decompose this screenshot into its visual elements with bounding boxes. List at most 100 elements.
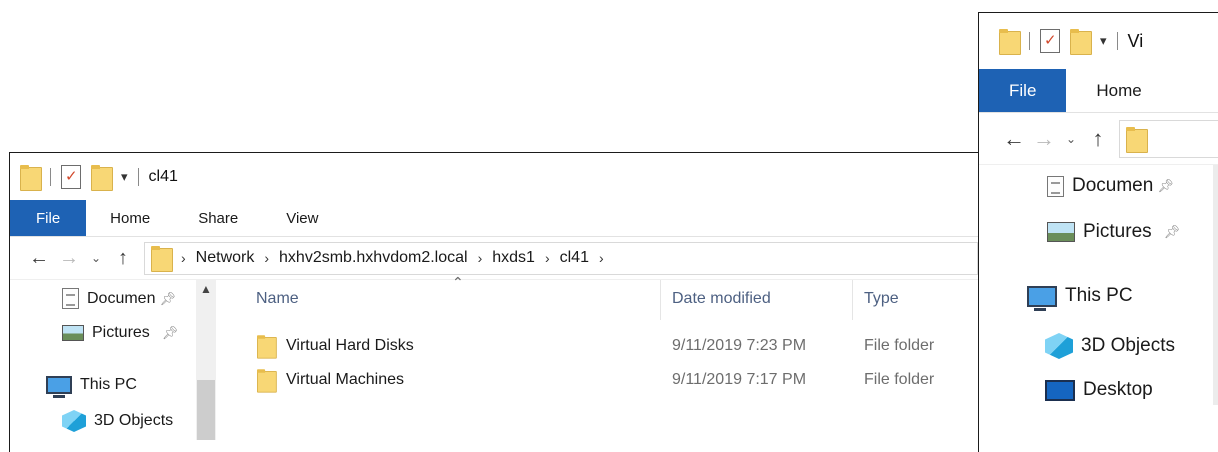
breadcrumb-folder[interactable]: cl41 <box>560 249 589 267</box>
pictures-icon <box>62 325 84 341</box>
pin-icon[interactable]: 📌︎ <box>159 291 176 307</box>
pin-icon[interactable]: 📌︎ <box>162 325 179 341</box>
ribbon-tabs: File Home <box>979 69 1218 113</box>
title-bar: ▾ cl41 <box>10 153 978 200</box>
sidebar-item-3d-objects[interactable]: 3D Objects <box>62 410 173 432</box>
title-bar: ▾ Vi <box>979 13 1218 69</box>
document-icon <box>62 288 79 309</box>
pin-icon[interactable]: 📌︎ <box>1164 224 1181 240</box>
sidebar-item-documents[interactable]: Documen 📌︎ <box>1047 175 1174 197</box>
folder-icon <box>257 369 277 393</box>
sidebar-item-label: Documen <box>1072 175 1154 196</box>
3d-objects-icon <box>1045 333 1073 359</box>
toolbar-separator <box>137 167 139 186</box>
new-folder-icon[interactable] <box>91 164 113 191</box>
address-bar[interactable] <box>1119 119 1218 158</box>
breadcrumb-chevron-icon[interactable]: › <box>599 250 604 266</box>
file-date-modified: 9/11/2019 7:17 PM <box>672 371 807 388</box>
tab-view[interactable]: View <box>262 200 342 236</box>
computer-icon <box>46 376 72 398</box>
breadcrumb-chevron-icon[interactable]: › <box>181 250 186 266</box>
navigation-pane: Documen 📌︎ Pictures 📌︎ This PC 3D Object… <box>10 280 216 440</box>
location-folder-icon <box>151 246 173 272</box>
pin-icon[interactable]: 📌︎ <box>1157 178 1174 194</box>
document-icon <box>1047 175 1064 197</box>
navigation-bar: ← → ⌄ ↑ › Network › hxhv2smb.hxhvdom2.lo… <box>10 237 978 280</box>
sidebar-scrollbar-thumb[interactable] <box>197 380 215 440</box>
toolbar-separator <box>1029 32 1030 50</box>
folder-icon <box>257 335 277 359</box>
sidebar-item-this-pc[interactable]: This PC <box>46 376 137 398</box>
up-arrow-icon[interactable]: ↑ <box>108 247 138 270</box>
explorer-body: Documen 📌︎ Pictures 📌︎ This PC 3D Object… <box>10 274 978 440</box>
toolbar-separator <box>1116 32 1118 50</box>
navigation-pane: Documen 📌︎ Pictures 📌︎ This PC 3D Object… <box>979 165 1218 405</box>
properties-icon[interactable] <box>61 164 81 189</box>
column-header-name[interactable]: Name <box>256 290 299 308</box>
ribbon-tabs: File Home Share View <box>10 200 978 237</box>
quick-access-toolbar: ▾ <box>20 164 149 191</box>
sidebar-item-pictures[interactable]: Pictures 📌︎ <box>62 324 178 342</box>
recent-locations-chevron-icon[interactable]: ⌄ <box>84 251 108 265</box>
pictures-icon <box>1047 222 1075 242</box>
3d-objects-icon <box>62 410 86 432</box>
file-row-virtual-machines[interactable]: Virtual Machines 9/11/2019 7:17 PM File … <box>216 362 976 394</box>
sidebar-item-pictures[interactable]: Pictures 📌︎ <box>1047 221 1180 243</box>
sidebar-item-label: Documen <box>87 289 156 307</box>
tab-home[interactable]: Home <box>86 200 174 236</box>
sidebar-item-label: This PC <box>80 376 137 393</box>
sidebar-scrollbar[interactable] <box>1213 165 1218 405</box>
column-header-type[interactable]: Type <box>864 290 899 308</box>
file-type: File folder <box>864 371 935 388</box>
column-divider[interactable] <box>852 280 853 320</box>
breadcrumb-server[interactable]: hxhv2smb.hxhvdom2.local <box>279 249 468 267</box>
forward-arrow-icon[interactable]: → <box>54 247 84 270</box>
file-row-virtual-hard-disks[interactable]: Virtual Hard Disks 9/11/2019 7:23 PM Fil… <box>216 328 976 360</box>
breadcrumb-network[interactable]: Network <box>196 249 255 267</box>
back-arrow-icon[interactable]: ← <box>24 247 54 270</box>
desktop-icon <box>1045 379 1075 401</box>
tab-home[interactable]: Home <box>1066 69 1171 112</box>
tab-file[interactable]: File <box>10 200 87 236</box>
forward-arrow-icon[interactable]: → <box>1029 126 1059 152</box>
sort-ascending-icon: ⌃ <box>452 274 464 290</box>
breadcrumb-share[interactable]: hxds1 <box>492 249 535 267</box>
explorer-window-secondary: ▾ Vi File Home ← → ⌄ ↑ Documen 📌︎ Pictur… <box>978 12 1218 452</box>
sidebar-item-label: 3D Objects <box>1081 335 1175 356</box>
window-title: Vi <box>1127 30 1144 51</box>
window-title: cl41 <box>148 167 178 185</box>
folder-icon <box>20 164 42 191</box>
column-divider[interactable] <box>660 280 661 320</box>
file-date-modified: 9/11/2019 7:23 PM <box>672 337 807 354</box>
recent-locations-chevron-icon[interactable]: ⌄ <box>1059 132 1083 146</box>
toolbar-separator <box>50 167 51 186</box>
sidebar-item-desktop[interactable]: Desktop <box>1045 379 1153 401</box>
file-name: Virtual Hard Disks <box>286 337 414 354</box>
explorer-window-cl41: ▾ cl41 File Home Share View ← → ⌄ ↑ › Ne… <box>9 152 979 452</box>
sidebar-item-label: This PC <box>1065 285 1133 306</box>
new-folder-icon[interactable] <box>1070 29 1092 55</box>
file-type: File folder <box>864 337 935 354</box>
file-name: Virtual Machines <box>286 371 404 388</box>
tab-share[interactable]: Share <box>174 200 262 236</box>
folder-icon <box>999 29 1021 55</box>
sidebar-item-label: 3D Objects <box>94 412 174 429</box>
back-arrow-icon[interactable]: ← <box>999 126 1029 152</box>
breadcrumb-chevron-icon[interactable]: › <box>478 250 483 266</box>
customize-toolbar-dropdown-icon[interactable]: ▾ <box>121 169 128 185</box>
sidebar-item-3d-objects[interactable]: 3D Objects <box>1045 333 1175 359</box>
up-arrow-icon[interactable]: ↑ <box>1083 126 1113 152</box>
sidebar-item-this-pc[interactable]: This PC <box>1027 285 1133 311</box>
navigation-bar: ← → ⌄ ↑ <box>979 113 1218 165</box>
tab-file[interactable]: File <box>979 69 1067 112</box>
properties-icon[interactable] <box>1040 29 1060 53</box>
scroll-up-arrow-icon[interactable]: ▲ <box>196 282 216 296</box>
sidebar-item-label: Pictures <box>1083 221 1152 242</box>
sidebar-item-label: Desktop <box>1083 379 1153 400</box>
breadcrumb-chevron-icon[interactable]: › <box>545 250 550 266</box>
breadcrumb-chevron-icon[interactable]: › <box>264 250 269 266</box>
address-bar[interactable]: › Network › hxhv2smb.hxhvdom2.local › hx… <box>144 241 978 275</box>
column-header-date-modified[interactable]: Date modified <box>672 290 771 308</box>
customize-toolbar-dropdown-icon[interactable]: ▾ <box>1100 33 1107 49</box>
sidebar-item-documents[interactable]: Documen 📌︎ <box>62 288 176 309</box>
